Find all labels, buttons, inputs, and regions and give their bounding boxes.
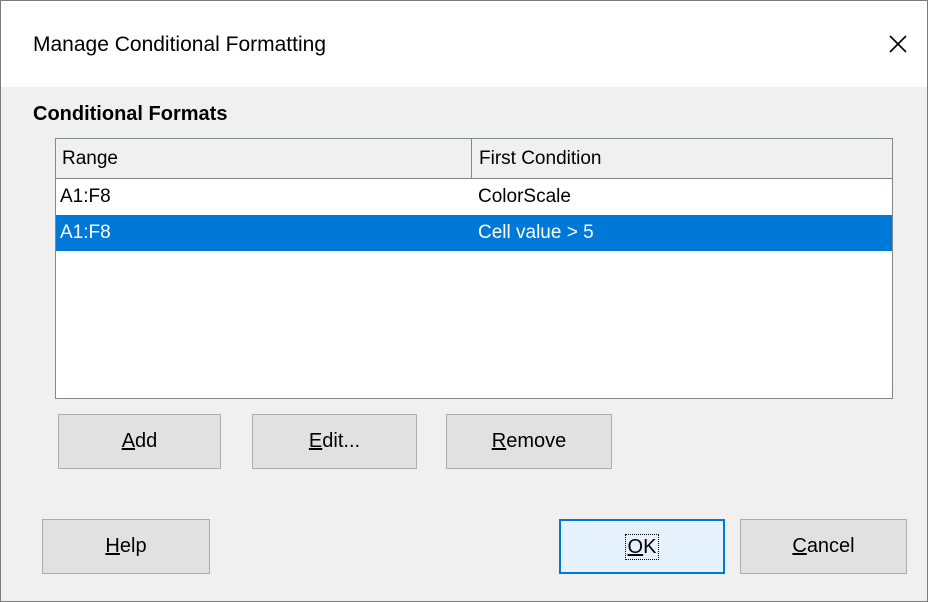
title-bar[interactable]: Manage Conditional Formatting bbox=[1, 1, 927, 87]
help-label: elp bbox=[119, 535, 147, 557]
ok-button[interactable]: OK bbox=[559, 519, 725, 574]
list-row-selected[interactable]: A1:F8 Cell value > 5 bbox=[56, 215, 892, 251]
row-range-cell: A1:F8 bbox=[60, 222, 111, 243]
conditional-formats-list[interactable]: Range First Condition A1:F8 ColorScale A… bbox=[55, 138, 893, 399]
ok-mnemonic: O bbox=[627, 535, 644, 558]
help-button[interactable]: Help bbox=[42, 519, 210, 574]
cancel-label: ancel bbox=[806, 535, 855, 557]
column-header-first-condition[interactable]: First Condition bbox=[472, 139, 892, 178]
dialog-title: Manage Conditional Formatting bbox=[33, 33, 326, 56]
cancel-button[interactable]: Cancel bbox=[740, 519, 907, 574]
edit-mnemonic: E bbox=[308, 430, 323, 452]
ok-label: K bbox=[643, 535, 657, 558]
remove-mnemonic: R bbox=[491, 430, 507, 452]
row-condition-cell: ColorScale bbox=[478, 186, 571, 207]
add-button[interactable]: Add bbox=[58, 414, 221, 469]
remove-label: emove bbox=[506, 430, 567, 452]
cancel-mnemonic: C bbox=[792, 535, 807, 557]
add-mnemonic: A bbox=[121, 430, 136, 452]
list-row[interactable]: A1:F8 ColorScale bbox=[56, 179, 892, 215]
row-condition-cell: Cell value > 5 bbox=[478, 222, 594, 243]
edit-label: dit... bbox=[322, 430, 361, 452]
row-range-cell: A1:F8 bbox=[60, 186, 111, 207]
list-rows: A1:F8 ColorScale A1:F8 Cell value > 5 bbox=[56, 179, 892, 251]
remove-button[interactable]: Remove bbox=[446, 414, 612, 469]
close-icon bbox=[889, 35, 907, 53]
manage-conditional-formatting-dialog: Manage Conditional Formatting Conditiona… bbox=[0, 0, 928, 602]
help-mnemonic: H bbox=[105, 535, 120, 557]
list-header: Range First Condition bbox=[56, 139, 892, 179]
ok-focus-rect: OK bbox=[624, 533, 660, 560]
column-header-range[interactable]: Range bbox=[56, 139, 472, 178]
close-button[interactable] bbox=[877, 23, 919, 65]
add-label: dd bbox=[135, 430, 158, 452]
conditional-formats-heading: Conditional Formats bbox=[33, 103, 228, 125]
edit-button[interactable]: Edit... bbox=[252, 414, 417, 469]
